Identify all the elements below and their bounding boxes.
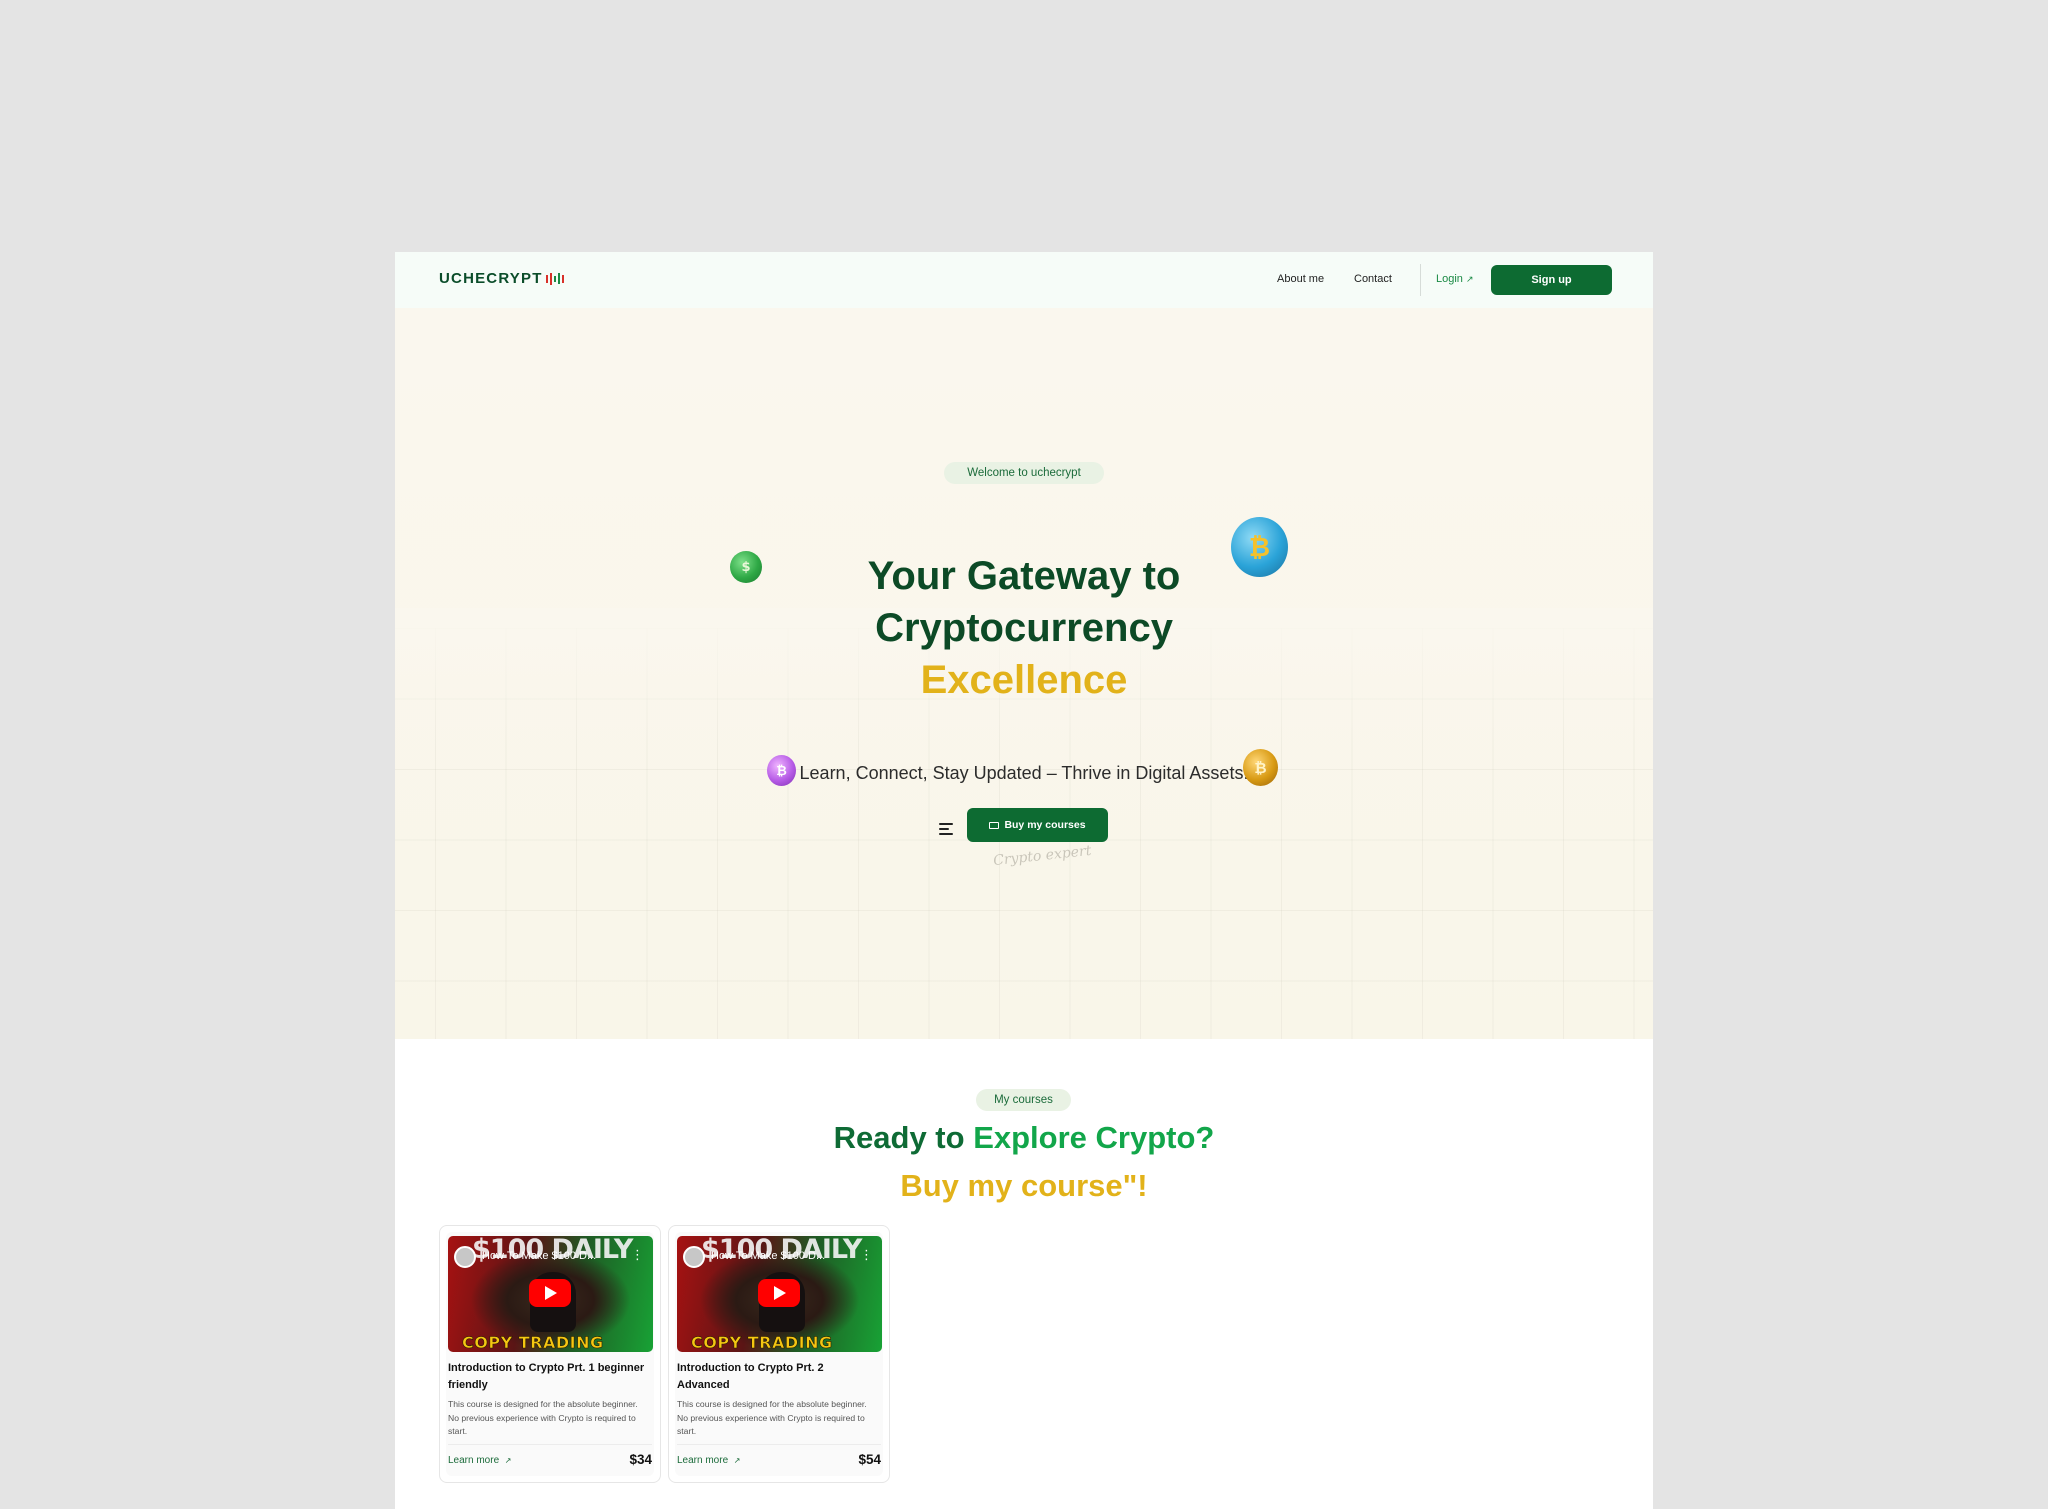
hero-subtitle: Learn, Connect, Stay Updated – Thrive in… <box>799 763 1249 783</box>
course-description: This course is designed for the absolute… <box>677 1399 867 1436</box>
video-thumbnail[interactable]: $100 DAILY How To Make $100 D... ⋮ COPY … <box>448 1236 653 1352</box>
courses-heading-part1: Ready to <box>833 1120 965 1155</box>
login-label: Login <box>1436 273 1463 285</box>
purple-coin-icon: ₿ <box>767 755 796 786</box>
logo[interactable]: UCHECRYPT <box>439 270 564 287</box>
landing-page: UCHECRYPT About me Contact Login ↗ Sign … <box>395 252 1653 1509</box>
learn-more-label: Learn more <box>448 1455 500 1466</box>
course-card-body: $100 DAILY How To Make $100 D... ⋮ COPY … <box>675 1232 883 1476</box>
hero-title: Your Gateway to Cryptocurrency Excellenc… <box>395 550 1653 706</box>
channel-avatar <box>683 1246 705 1268</box>
green-coin-icon: $ <box>730 551 762 583</box>
thumbnail-banner: COPY TRADING <box>462 1333 604 1352</box>
course-card[interactable]: $100 DAILY How To Make $100 D... ⋮ COPY … <box>439 1225 661 1483</box>
course-description: This course is designed for the absolute… <box>448 1399 638 1436</box>
hero-section: Welcome to uchecrypt Your Gateway to Cry… <box>395 308 1653 1039</box>
candlestick-icon <box>545 272 564 286</box>
courses-badge: My courses <box>976 1089 1071 1111</box>
nav-link-contact[interactable]: Contact <box>1354 273 1392 285</box>
thumbnail-banner: COPY TRADING <box>691 1333 833 1352</box>
nav-link-about[interactable]: About me <box>1277 273 1324 285</box>
arrow-up-right-icon: ↗ <box>733 1456 741 1465</box>
play-icon[interactable] <box>758 1279 800 1307</box>
arrow-up-right-icon: ↗ <box>1465 274 1474 284</box>
course-price: $34 <box>629 1452 652 1467</box>
nav-divider <box>1420 264 1421 296</box>
learn-more-label: Learn more <box>677 1455 729 1466</box>
ticket-icon <box>989 821 1000 829</box>
hero-title-accent: Excellence <box>920 658 1128 702</box>
course-title: Introduction to Crypto Prt. 1 beginner f… <box>448 1362 645 1391</box>
courses-heading-part2: Explore Crypto? <box>973 1120 1215 1155</box>
learn-more-link[interactable]: Learn more ↗ <box>448 1455 511 1466</box>
hero-title-line1: Your Gateway to <box>867 554 1181 598</box>
course-title: Introduction to Crypto Prt. 2 Advanced <box>677 1362 824 1391</box>
courses-heading: Ready to Explore Crypto? Buy my course"! <box>395 1114 1653 1210</box>
bitcoin-coin-icon: ₿ <box>1231 517 1288 577</box>
course-card[interactable]: $100 DAILY How To Make $100 D... ⋮ COPY … <box>668 1225 890 1483</box>
buy-courses-button[interactable]: Buy my courses <box>967 808 1108 842</box>
video-thumbnail[interactable]: $100 DAILY How To Make $100 D... ⋮ COPY … <box>677 1236 882 1352</box>
courses-heading-line2: Buy my course"! <box>900 1168 1148 1203</box>
more-options-icon[interactable]: ⋮ <box>860 1247 873 1263</box>
video-title: How To Make $100 D... <box>482 1250 597 1262</box>
more-options-icon[interactable]: ⋮ <box>631 1247 644 1263</box>
course-price: $54 <box>858 1452 881 1467</box>
gold-coin-icon: ₿ <box>1243 749 1278 786</box>
video-title: How To Make $100 D... <box>711 1250 826 1262</box>
welcome-badge: Welcome to uchecrypt <box>944 462 1104 484</box>
signup-button[interactable]: Sign up <box>1491 265 1612 295</box>
arrow-up-right-icon: ↗ <box>504 1456 512 1465</box>
hero-title-line2: Cryptocurrency <box>875 606 1173 650</box>
play-icon[interactable] <box>529 1279 571 1307</box>
buy-courses-label: Buy my courses <box>1004 819 1086 831</box>
logo-text: UCHECRYPT <box>439 270 543 287</box>
login-link[interactable]: Login ↗ <box>1436 273 1474 285</box>
channel-avatar <box>454 1246 476 1268</box>
top-navbar: UCHECRYPT About me Contact Login ↗ Sign … <box>395 252 1653 308</box>
card-divider <box>448 1444 652 1445</box>
card-divider <box>677 1444 881 1445</box>
learn-more-link[interactable]: Learn more ↗ <box>677 1455 740 1466</box>
menu-icon[interactable] <box>939 823 955 837</box>
course-card-body: $100 DAILY How To Make $100 D... ⋮ COPY … <box>446 1232 654 1476</box>
